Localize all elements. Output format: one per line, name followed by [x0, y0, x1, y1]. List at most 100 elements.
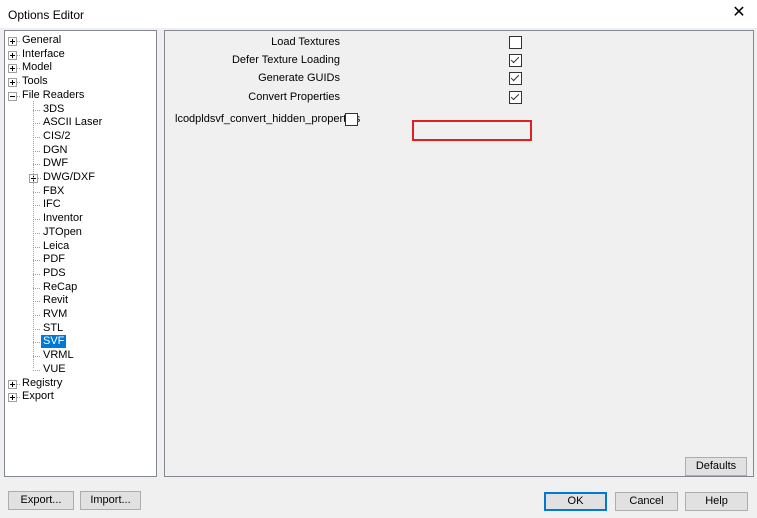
tree-item-label: VRML: [43, 349, 74, 362]
tree-connector: [33, 328, 41, 330]
tree-item[interactable]: Revit: [5, 294, 155, 307]
tree-item-label: Model: [22, 61, 52, 74]
tree-item[interactable]: VUE: [5, 363, 155, 376]
tree-item[interactable]: Leica: [5, 240, 155, 253]
tree-item-label: JTOpen: [43, 225, 82, 238]
tree-item[interactable]: Inventor: [5, 212, 155, 225]
tree-item[interactable]: SVF: [5, 335, 155, 349]
tree-connector: [33, 219, 41, 221]
expand-icon[interactable]: [8, 78, 17, 88]
tree-item[interactable]: Tools: [5, 75, 155, 88]
tree-item[interactable]: VRML: [5, 349, 155, 362]
help-button[interactable]: Help: [685, 492, 748, 511]
tree-item[interactable]: IFC: [5, 198, 155, 211]
tree-item-label: DWF: [43, 157, 69, 170]
tree-connector: [33, 150, 41, 152]
tree-item-label: FBX: [43, 184, 65, 197]
tree-item[interactable]: DWF: [5, 157, 155, 170]
tree-item-label: VUE: [43, 362, 66, 375]
tree-connector: [33, 356, 41, 358]
title-bar: Options Editor ✕: [0, 0, 757, 28]
tree-item[interactable]: File Readers: [5, 89, 155, 102]
tree-connector: [33, 123, 41, 125]
tree-connector: [33, 273, 41, 275]
options-tree[interactable]: General Interface Model Tools File Readers 3D…: [4, 30, 157, 477]
tree-item-label: Export: [22, 390, 54, 403]
tree-item-label: DGN: [43, 143, 68, 156]
tree-item[interactable]: RVM: [5, 308, 155, 321]
tree-item[interactable]: ReCap: [5, 281, 155, 294]
tree-item-label: Leica: [43, 239, 70, 252]
options-content-panel: Load Textures Defer Texture Loading Genera…: [164, 30, 754, 477]
tree-item[interactable]: CIS/2: [5, 130, 155, 143]
option-checkbox[interactable]: [509, 91, 522, 104]
tree-item-label: DWG/DXF: [43, 171, 95, 183]
tree-connector: [33, 246, 41, 248]
tree-item-label: Inventor: [43, 212, 83, 225]
tree-item-label: IFC: [43, 198, 61, 211]
option-checkbox[interactable]: [509, 72, 522, 85]
tree-item[interactable]: Interface: [5, 48, 155, 61]
expand-icon[interactable]: [8, 64, 17, 74]
tree-item[interactable]: Registry: [5, 377, 155, 390]
option-checkbox[interactable]: [509, 36, 522, 49]
window-title: Options Editor: [8, 8, 85, 22]
tree-item-label: General: [22, 34, 62, 46]
option-label: Generate GUIDs: [258, 72, 340, 84]
option-label: Convert Properties: [248, 91, 340, 103]
option-label: Load Textures: [271, 36, 340, 48]
expand-icon[interactable]: [8, 379, 17, 389]
tree-item-label: ASCII Laser: [43, 116, 103, 129]
cancel-button[interactable]: Cancel: [615, 492, 678, 511]
tree-connector: [33, 260, 41, 262]
tree-item[interactable]: Export: [5, 390, 155, 403]
expand-icon[interactable]: [8, 50, 17, 60]
tree-connector: [33, 315, 41, 316]
option-label: Defer Texture Loading: [231, 54, 340, 66]
import-button[interactable]: Import...: [80, 491, 141, 510]
tree-item-label: 3DS: [43, 102, 65, 115]
tree-item[interactable]: DWG/DXF: [5, 171, 155, 184]
tree-item-label: Interface: [22, 47, 65, 60]
tree-connector: [33, 191, 41, 193]
ok-button[interactable]: OK: [544, 492, 607, 511]
tree-item-label: PDS: [43, 266, 66, 279]
tree-item[interactable]: PDF: [5, 253, 155, 266]
tree-item[interactable]: ASCII Laser: [5, 116, 155, 129]
close-icon[interactable]: ✕: [727, 2, 751, 24]
tree-item-label: File Readers: [22, 88, 85, 101]
defaults-button[interactable]: Defaults: [685, 457, 747, 476]
tree-item[interactable]: PDS: [5, 267, 155, 280]
tree-connector: [33, 109, 41, 111]
tree-item[interactable]: JTOpen: [5, 226, 155, 239]
tree-connector: [33, 342, 41, 344]
tree-connector: [33, 205, 41, 207]
tree-item[interactable]: STL: [5, 322, 155, 335]
option-label: lcodpldsvf_convert_hidden_properties: [175, 113, 361, 125]
expand-icon[interactable]: [8, 393, 17, 403]
tree-item-label: PDF: [43, 253, 65, 266]
tree-item-label: CIS/2: [43, 129, 71, 142]
tree-item[interactable]: 3DS: [5, 103, 155, 116]
tree-connector: [33, 301, 41, 303]
option-checkbox[interactable]: [345, 113, 358, 126]
tree-item[interactable]: FBX: [5, 185, 155, 198]
tree-item-label: Revit: [43, 294, 69, 307]
tree-connector: [33, 287, 41, 289]
tree-connector: [33, 136, 41, 138]
tree-item-label: STL: [43, 321, 64, 334]
tree-item-label: Tools: [22, 75, 48, 88]
tree-connector: [33, 369, 41, 371]
collapse-icon[interactable]: [8, 91, 17, 101]
expand-icon[interactable]: [8, 37, 17, 46]
tree-item-label: RVM: [43, 308, 68, 320]
highlight-box: [412, 120, 532, 141]
tree-item[interactable]: Model: [5, 61, 155, 74]
tree-item-label: Registry: [22, 376, 63, 389]
tree-item-label: ReCap: [43, 280, 78, 293]
option-checkbox[interactable]: [509, 54, 522, 67]
tree-item[interactable]: DGN: [5, 144, 155, 157]
export-button[interactable]: Export...: [8, 491, 74, 510]
tree-item[interactable]: General: [5, 34, 155, 47]
tree-item-label: SVF: [41, 335, 67, 349]
